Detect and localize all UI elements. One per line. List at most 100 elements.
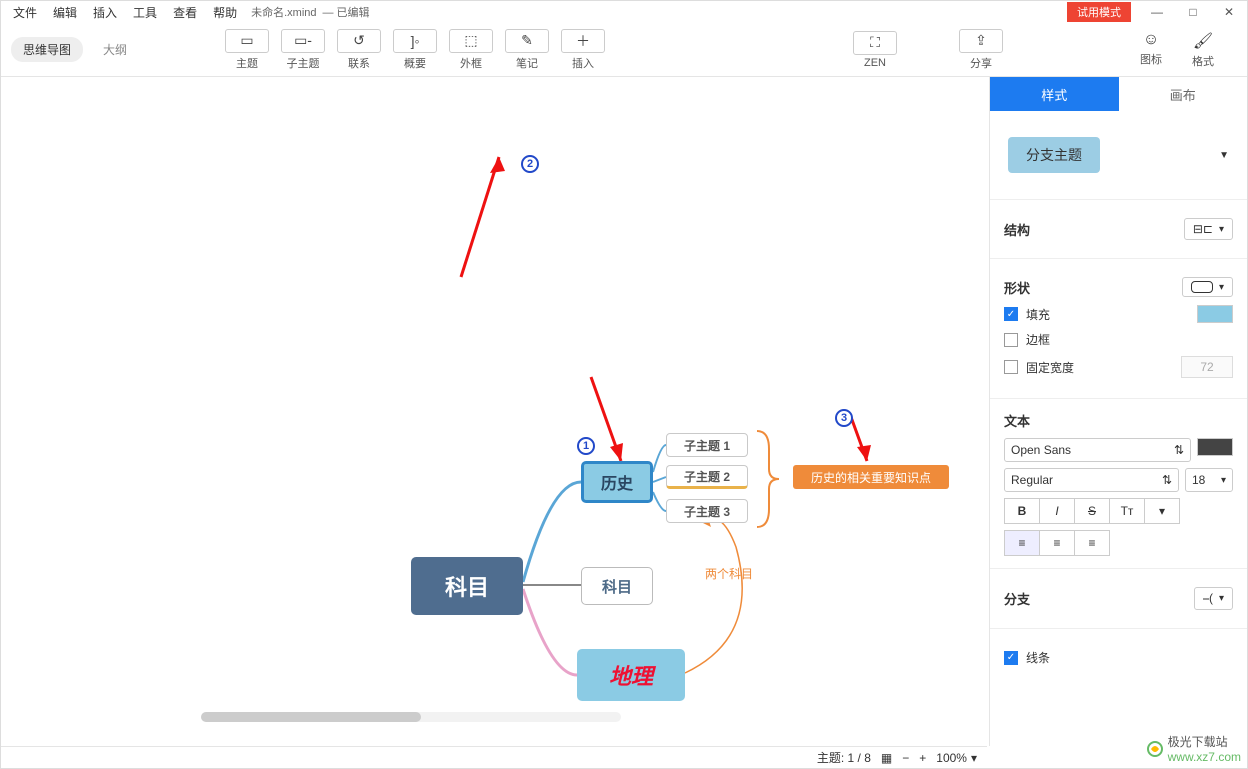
branch-style-dropdown[interactable]: ⎯(▾ xyxy=(1194,587,1233,610)
font-size-select[interactable]: 18▾ xyxy=(1185,468,1233,492)
node-geography[interactable]: 地理 xyxy=(577,649,685,701)
horizontal-scrollbar[interactable] xyxy=(201,712,621,722)
structure-dropdown[interactable]: ⊟⊏▾ xyxy=(1184,218,1233,240)
italic-button[interactable]: I xyxy=(1039,498,1075,524)
watermark: 极光下载站 www.xz7.com xyxy=(1146,733,1241,764)
insert-icon: ＋ xyxy=(561,29,605,53)
tab-mindmap[interactable]: 思维导图 xyxy=(11,37,83,62)
node-subject-2[interactable]: 科目 xyxy=(581,567,653,605)
fixed-width-input[interactable] xyxy=(1181,356,1233,378)
font-family-select[interactable]: Open Sans⇅ xyxy=(1004,438,1191,462)
label-text: 文本 xyxy=(1004,414,1030,429)
tab-outline[interactable]: 大纲 xyxy=(91,37,139,62)
minimize-button[interactable]: — xyxy=(1139,1,1175,23)
menu-bar: 文件 编辑 插入 工具 查看 帮助 未命名.xmind — 已编辑 试用模式 —… xyxy=(1,1,1247,23)
label-fixed-width: 固定宽度 xyxy=(1026,359,1074,376)
node-root[interactable]: 科目 xyxy=(411,557,523,615)
share-icon: ⇪ xyxy=(959,29,1003,53)
watermark-logo-icon xyxy=(1146,740,1164,758)
scrollbar-thumb[interactable] xyxy=(201,712,421,722)
format-sidebar: 样式 画布 分支主题 ▼ 结构 ⊟⊏▾ 形状 ▾ ✓填充 边框 固定宽度 文本 … xyxy=(989,77,1247,746)
close-button[interactable]: ✕ xyxy=(1211,1,1247,23)
label-structure: 结构 xyxy=(1004,220,1030,239)
side-tab-style[interactable]: 样式 xyxy=(990,77,1119,111)
map-icon[interactable]: ▦ xyxy=(881,751,892,765)
case-menu[interactable]: ▾ xyxy=(1144,498,1180,524)
tool-insert[interactable]: ＋插入 xyxy=(555,29,611,71)
structure-icon: ⊟⊏ xyxy=(1193,222,1213,236)
checkbox-fixed-width[interactable] xyxy=(1004,360,1018,374)
tool-icons[interactable]: ☺图标 xyxy=(1129,31,1173,69)
summary-brace xyxy=(755,429,781,529)
zen-icon: ⛶ xyxy=(853,31,897,55)
label-border: 边框 xyxy=(1026,331,1050,348)
topic-icon: ▭ xyxy=(225,29,269,53)
annotation-marker-1: 1 xyxy=(577,437,595,455)
chevron-down-icon[interactable]: ▼ xyxy=(1219,150,1229,161)
status-topic-count: 主题: 1 / 8 xyxy=(817,749,871,766)
zoom-out-button[interactable]: − xyxy=(902,751,909,765)
strike-button[interactable]: S xyxy=(1074,498,1110,524)
brush-icon: 🖌 xyxy=(1193,31,1213,51)
node-history[interactable]: 历史 xyxy=(581,461,653,503)
menu-file[interactable]: 文件 xyxy=(5,2,45,23)
branch-icon: ⎯( xyxy=(1203,591,1213,606)
bold-button[interactable]: B xyxy=(1004,498,1040,524)
status-bar: 主题: 1 / 8 ▦ − + 100% ▾ xyxy=(1,746,987,768)
shape-dropdown[interactable]: ▾ xyxy=(1182,277,1233,297)
menu-help[interactable]: 帮助 xyxy=(205,2,245,23)
tool-topic[interactable]: ▭主题 xyxy=(219,29,275,71)
topic-type-chip[interactable]: 分支主题 xyxy=(1008,137,1100,173)
node-subtopic-3[interactable]: 子主题 3 xyxy=(666,499,748,523)
menu-edit[interactable]: 编辑 xyxy=(45,2,85,23)
menu-view[interactable]: 查看 xyxy=(165,2,205,23)
summary-node[interactable]: 历史的相关重要知识点 xyxy=(793,465,949,489)
menu-tools[interactable]: 工具 xyxy=(125,2,165,23)
align-right-button[interactable]: ≡ xyxy=(1074,530,1110,556)
rounded-rect-icon xyxy=(1191,281,1213,293)
zoom-in-button[interactable]: + xyxy=(919,751,926,765)
toolbar-main: ▭主题 ▭-子主题 ↺联系 ]◦概要 ⬚外框 ✎笔记 ＋插入 xyxy=(219,29,611,71)
label-line: 线条 xyxy=(1026,649,1050,666)
file-status: — 已编辑 xyxy=(323,4,370,20)
file-name: 未命名.xmind xyxy=(251,4,316,20)
label-branch: 分支 xyxy=(1004,589,1030,608)
tool-note[interactable]: ✎笔记 xyxy=(499,29,555,71)
checkbox-fill[interactable]: ✓ xyxy=(1004,307,1018,321)
tool-summary[interactable]: ]◦概要 xyxy=(387,29,443,71)
fill-color-swatch[interactable] xyxy=(1197,305,1233,323)
summary-icon: ]◦ xyxy=(393,29,437,53)
tool-boundary[interactable]: ⬚外框 xyxy=(443,29,499,71)
tool-relation[interactable]: ↺联系 xyxy=(331,29,387,71)
toolbar: 思维导图 大纲 ▭主题 ▭-子主题 ↺联系 ]◦概要 ⬚外框 ✎笔记 ＋插入 ⛶… xyxy=(1,23,1247,77)
node-subtopic-2[interactable]: 子主题 2 xyxy=(666,465,748,489)
side-tab-canvas[interactable]: 画布 xyxy=(1119,77,1248,111)
menu-insert[interactable]: 插入 xyxy=(85,2,125,23)
maximize-button[interactable]: □ xyxy=(1175,1,1211,23)
align-left-button[interactable]: ≡ xyxy=(1004,530,1040,556)
relation-label[interactable]: 两个科目 xyxy=(705,565,753,582)
tool-share[interactable]: ⇪分享 xyxy=(953,29,1009,71)
checkbox-border[interactable] xyxy=(1004,333,1018,347)
annotation-marker-3: 3 xyxy=(835,409,853,427)
case-button[interactable]: Tᴛ xyxy=(1109,498,1145,524)
align-center-button[interactable]: ≡ xyxy=(1039,530,1075,556)
mindmap-canvas[interactable]: 科目 历史 科目 地理 子主题 1 子主题 2 子主题 3 历史的相关重要知识点… xyxy=(1,77,987,746)
text-color-swatch[interactable] xyxy=(1197,438,1233,456)
zoom-level[interactable]: 100% ▾ xyxy=(936,751,977,765)
trial-badge[interactable]: 试用模式 xyxy=(1067,2,1131,22)
label-shape: 形状 xyxy=(1004,278,1030,297)
checkbox-line[interactable]: ✓ xyxy=(1004,651,1018,665)
tool-subtopic[interactable]: ▭-子主题 xyxy=(275,29,331,71)
note-icon: ✎ xyxy=(505,29,549,53)
label-fill: 填充 xyxy=(1026,306,1050,323)
tool-zen[interactable]: ⛶ZEN xyxy=(847,31,903,69)
stepper-icon: ⇅ xyxy=(1162,473,1172,487)
smile-icon: ☺ xyxy=(1143,31,1159,49)
node-subtopic-1[interactable]: 子主题 1 xyxy=(666,433,748,457)
font-weight-select[interactable]: Regular⇅ xyxy=(1004,468,1179,492)
subtopic-icon: ▭- xyxy=(281,29,325,53)
stepper-icon: ⇅ xyxy=(1174,443,1184,457)
tool-format[interactable]: 🖌格式 xyxy=(1181,31,1225,69)
annotation-marker-2: 2 xyxy=(521,155,539,173)
